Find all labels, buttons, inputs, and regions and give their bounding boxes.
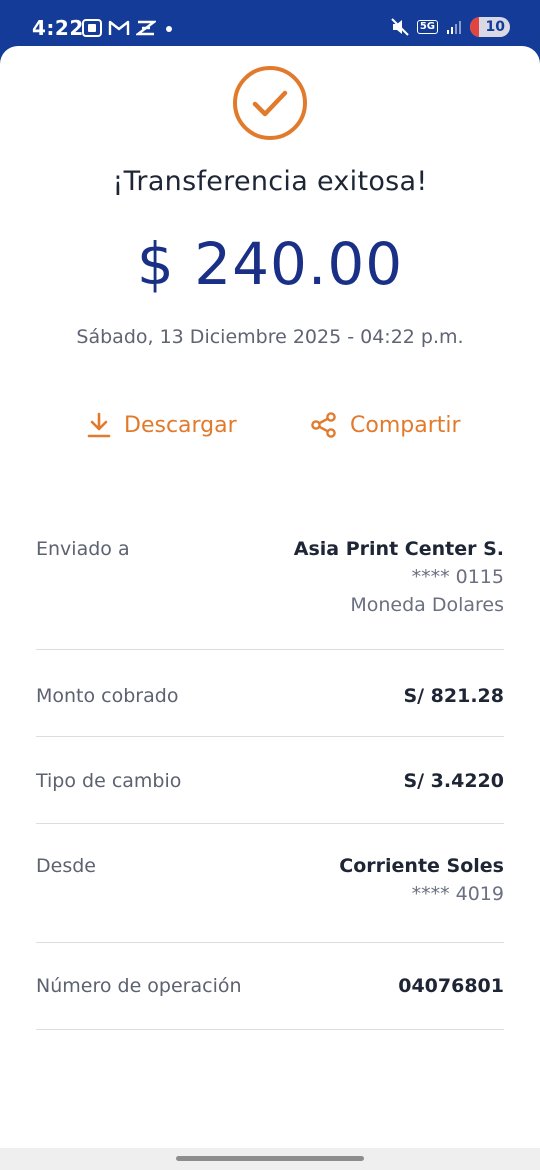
detail-row-charged-amount: Monto cobrado S/ 821.28 xyxy=(36,650,504,737)
notification-icons xyxy=(82,19,176,37)
system-icons: 5G 10 xyxy=(391,17,510,37)
app-icon xyxy=(136,20,156,36)
dot-icon xyxy=(166,26,172,32)
transfer-amount: $ 240.00 xyxy=(136,230,404,298)
battery-icon: 10 xyxy=(470,17,510,37)
receipt-actions: Descargar Compartir xyxy=(0,411,540,451)
operation-number-label: Número de operación xyxy=(36,975,242,997)
sent-to-label: Enviado a xyxy=(36,538,130,560)
transfer-details: Enviado a Asia Print Center S. **** 0115… xyxy=(36,516,504,1030)
detail-row-from: Desde Corriente Soles **** 4019 xyxy=(36,824,504,943)
exchange-rate-value: S/ 3.4220 xyxy=(403,770,504,792)
detail-row-exchange-rate: Tipo de cambio S/ 3.4220 xyxy=(36,737,504,824)
receipt-sheet: ¡Transferencia exitosa! $ 240.00 Sábado,… xyxy=(0,46,540,1148)
gmail-icon xyxy=(108,20,130,35)
signal-icon xyxy=(447,21,461,34)
share-icon xyxy=(311,412,336,438)
download-button[interactable]: Descargar xyxy=(86,411,237,439)
success-check-icon xyxy=(233,66,307,140)
detail-row-operation-number: Número de operación 04076801 xyxy=(36,943,504,1030)
navigation-bar xyxy=(0,1148,540,1170)
source-account-name: Corriente Soles xyxy=(339,855,504,877)
home-gesture-handle[interactable] xyxy=(176,1156,364,1161)
share-button[interactable]: Compartir xyxy=(310,411,461,439)
status-time: 4:22 xyxy=(32,16,84,40)
exchange-rate-label: Tipo de cambio xyxy=(36,770,182,792)
screenshot-icon xyxy=(82,19,102,37)
operation-number-value: 04076801 xyxy=(398,975,504,997)
download-icon xyxy=(87,412,111,438)
detail-row-sent-to: Enviado a Asia Print Center S. **** 0115… xyxy=(36,516,504,650)
share-label: Compartir xyxy=(350,412,461,438)
transfer-datetime: Sábado, 13 Diciembre 2025 - 04:22 p.m. xyxy=(76,326,464,348)
mute-icon xyxy=(391,18,409,36)
network-type: 5G xyxy=(416,20,438,34)
download-label: Descargar xyxy=(124,412,237,438)
success-title: ¡Transferencia exitosa! xyxy=(112,166,428,197)
from-label: Desde xyxy=(36,855,96,877)
status-bar: 4:22 5G 10 xyxy=(0,0,540,48)
source-account-number: **** 4019 xyxy=(411,883,504,905)
recipient-account: **** 0115 xyxy=(411,566,504,588)
recipient-currency: Moneda Dolares xyxy=(350,594,504,616)
recipient-name: Asia Print Center S. xyxy=(293,538,504,560)
charged-amount-value: S/ 821.28 xyxy=(403,685,504,707)
charged-amount-label: Monto cobrado xyxy=(36,685,179,707)
